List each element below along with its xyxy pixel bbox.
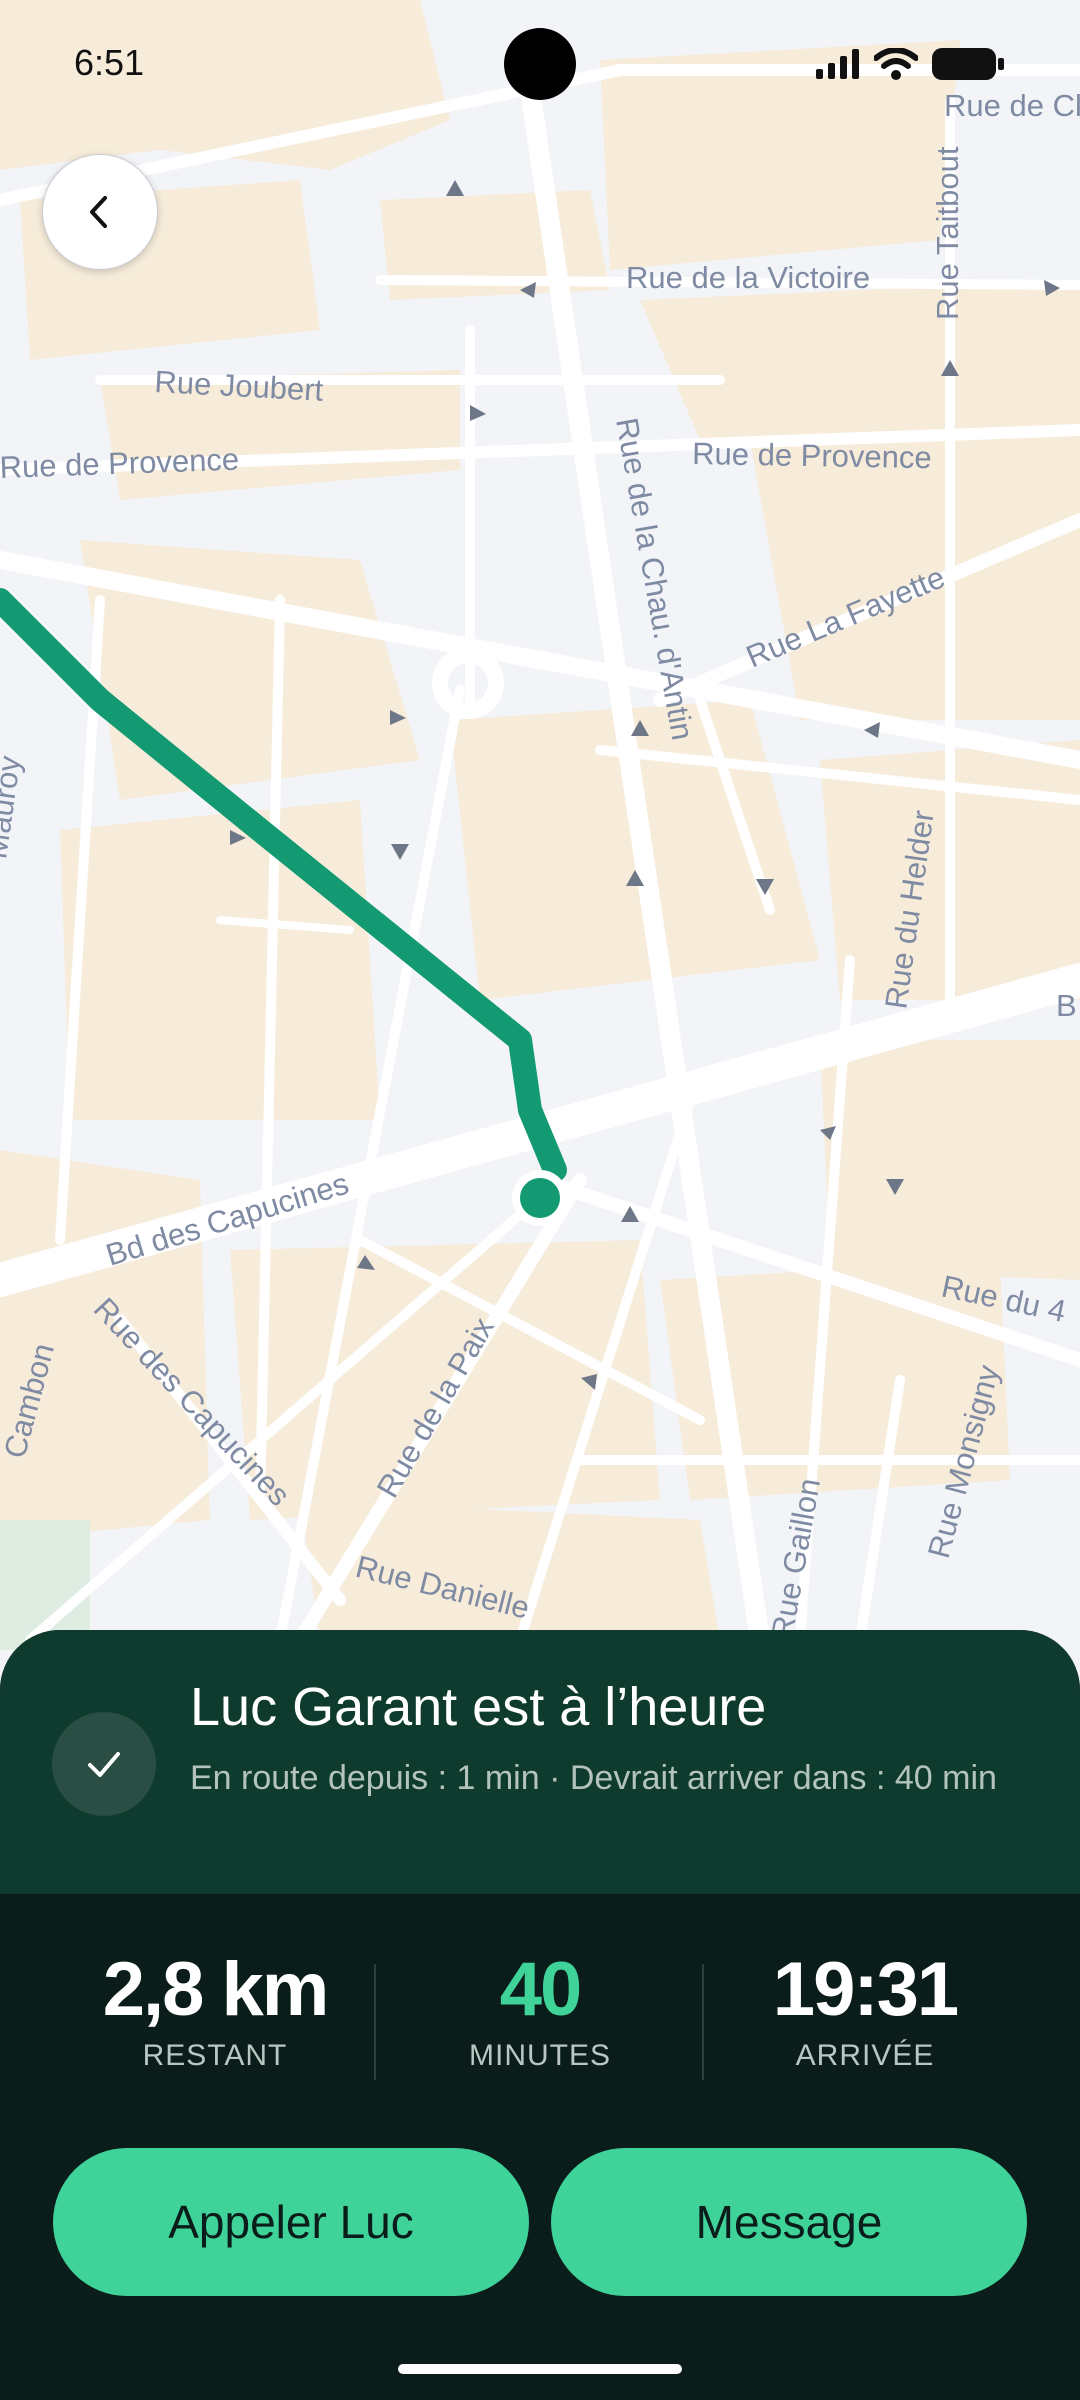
on-time-banner: Luc Garant est à l’heure En route depuis…	[0, 1630, 1080, 1894]
message-button[interactable]: Message	[551, 2148, 1027, 2296]
banner-subtitle: En route depuis : 1 min · Devrait arrive…	[190, 1759, 997, 1797]
stat-value: 2,8 km	[102, 1947, 330, 2032]
back-button[interactable]	[42, 154, 158, 270]
street-label: Rue Taitbout	[930, 146, 965, 320]
map-view[interactable]: Rue de Cl Rue de la Victoire Rue Taitbou…	[0, 0, 1080, 1700]
stat-value: 40	[499, 1947, 583, 2032]
stat-label: MINUTES	[469, 2039, 611, 2072]
stat-divider	[702, 1964, 704, 2080]
street-label: Rue de la Victoire	[626, 260, 870, 295]
trip-stats: 2,8 km RESTANT 40 MINUTES 19:31 ARRIVÉE	[0, 1946, 1080, 2096]
stat-value: 19:31	[772, 1947, 959, 2032]
signal-icon	[816, 49, 859, 79]
banner-title: Luc Garant est à l’heure	[190, 1677, 767, 1737]
stat-label: RESTANT	[142, 2039, 288, 2072]
driver-location-marker	[512, 1170, 568, 1226]
status-icons	[816, 48, 1004, 80]
call-driver-button[interactable]: Appeler Luc	[53, 2148, 529, 2296]
stat-distance: 2,8 km RESTANT	[50, 1946, 380, 2073]
check-badge	[52, 1712, 156, 1816]
battery-icon	[932, 48, 1004, 80]
trip-status-sheet: Luc Garant est à l’heure En route depuis…	[0, 1630, 1080, 2400]
chevron-left-icon	[90, 196, 107, 228]
street-label: Rue de Provence	[692, 436, 932, 475]
street-label: B	[1056, 988, 1077, 1023]
camera-cutout	[504, 28, 576, 100]
stat-divider	[374, 1964, 376, 2080]
check-icon	[88, 1752, 120, 1777]
home-indicator[interactable]	[398, 2364, 682, 2374]
stat-minutes: 40 MINUTES	[375, 1946, 705, 2073]
stat-arrival: 19:31 ARRIVÉE	[700, 1946, 1030, 2073]
wifi-icon	[874, 48, 918, 80]
status-time: 6:51	[74, 42, 145, 83]
status-bar: 6:51	[0, 0, 1080, 130]
stat-label: ARRIVÉE	[795, 2039, 935, 2072]
